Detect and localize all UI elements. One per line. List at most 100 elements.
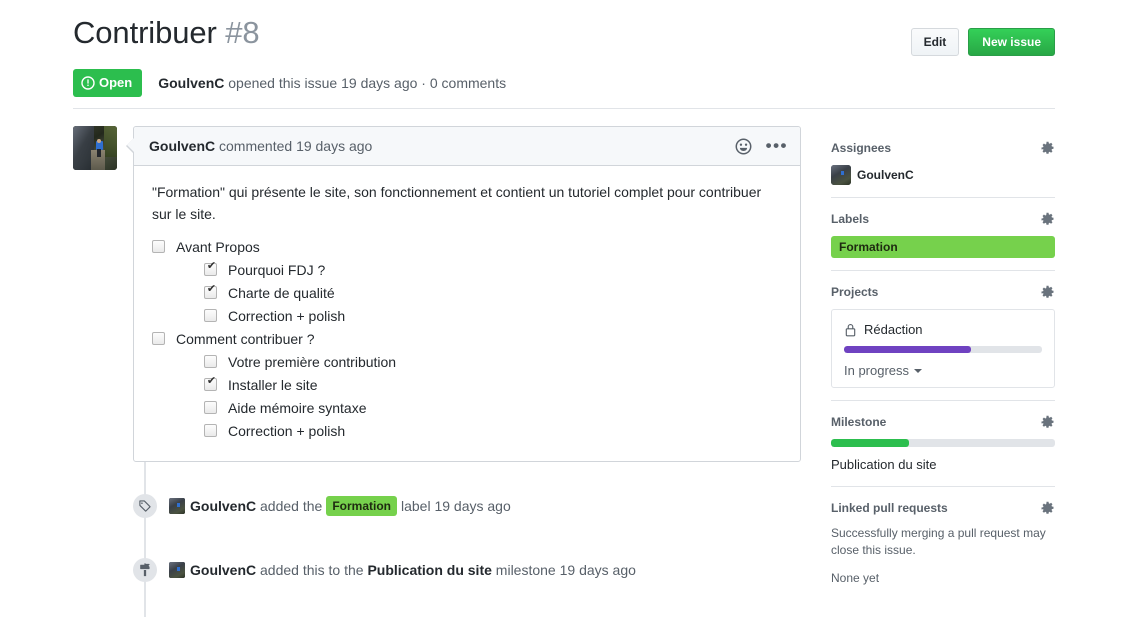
timeline-post: label — [400, 498, 431, 515]
task-label: Charte de qualité — [228, 285, 335, 302]
gear-icon[interactable] — [1040, 285, 1055, 300]
comment-menu-icon[interactable]: ••• — [766, 137, 788, 154]
issue-meta-text: GoulvenC opened this issue 19 days ago ·… — [158, 73, 506, 93]
task-label: Comment contribuer ? — [176, 331, 315, 348]
header-actions: Edit New issue — [910, 14, 1055, 56]
sidebar-section-linked-prs: Linked pull requests Successfully mergin… — [831, 500, 1055, 599]
task-item: Correction + polish — [204, 305, 784, 328]
main-column: GoulvenC commented 19 days ago ••• "Form… — [73, 126, 801, 617]
projects-title: Projects — [831, 285, 879, 299]
task-label: Correction + polish — [228, 308, 346, 325]
timeline-milestone-name[interactable]: Publication du site — [367, 560, 491, 580]
title-row: Contribuer #8 Edit New issue — [73, 14, 1055, 56]
task-item: Comment contribuer ? Votre première cont… — [152, 328, 784, 443]
avatar — [831, 165, 851, 185]
avatar[interactable] — [169, 562, 185, 579]
sidebar-section-projects: Projects Rédaction In progress — [831, 284, 1055, 401]
sidebar-section-labels: Labels Formation — [831, 211, 1055, 271]
task-checkbox[interactable] — [204, 424, 217, 438]
milestone-name[interactable]: Publication du site — [831, 456, 1055, 474]
issue-opened-time: 19 days ago — [341, 75, 418, 91]
issue-page: Contribuer #8 Edit New issue Open Goulve… — [0, 0, 1130, 617]
project-state-dropdown[interactable]: In progress — [844, 363, 1042, 378]
comment-header-text: GoulvenC commented 19 days ago — [149, 136, 372, 156]
task-checkbox[interactable] — [152, 240, 165, 254]
issue-meta-row: Open GoulvenC opened this issue 19 days … — [73, 69, 1055, 97]
milestone-progress-bar — [831, 439, 1055, 447]
timeline-line — [144, 462, 146, 617]
comment-action: commented — [219, 138, 293, 154]
task-checkbox[interactable] — [204, 283, 218, 300]
task-label: Votre première contribution — [228, 354, 397, 371]
avatar[interactable] — [73, 126, 117, 170]
timeline-author[interactable]: GoulvenC — [190, 560, 256, 580]
linked-prs-title: Linked pull requests — [831, 501, 948, 515]
timeline-pre: added this to the — [260, 562, 364, 579]
task-item: Votre première contribution — [204, 351, 784, 374]
timeline-pre: added the — [260, 498, 323, 515]
issue-opened-icon — [81, 76, 95, 90]
project-card[interactable]: Rédaction In progress — [831, 309, 1055, 388]
task-checkbox[interactable] — [204, 375, 218, 392]
assignee-item[interactable]: GoulvenC — [831, 165, 1055, 185]
task-sublist: Votre première contribution Installer le… — [176, 351, 784, 443]
lock-icon — [844, 323, 857, 337]
linked-prs-empty: None yet — [831, 571, 880, 585]
comment-box: GoulvenC commented 19 days ago ••• "Form… — [126, 126, 801, 463]
task-label: Aide mémoire syntaxe — [228, 400, 367, 417]
task-sublist: Pourquoi FDJ ? Charte de qualité Correct… — [176, 259, 784, 328]
timeline-post: milestone — [495, 562, 556, 579]
label-chip[interactable]: Formation — [831, 236, 1055, 258]
projects-header: Projects — [831, 284, 1055, 300]
assignees-header: Assignees — [831, 140, 1055, 156]
timeline-gap — [133, 462, 801, 490]
issue-title-text: Contribuer — [73, 15, 217, 50]
avatar[interactable] — [169, 498, 185, 515]
task-checkbox[interactable] — [204, 355, 217, 369]
task-label: Installer le site — [228, 377, 318, 394]
title-block: Contribuer #8 — [73, 14, 911, 52]
gear-icon[interactable] — [1040, 501, 1055, 516]
task-label: Correction + polish — [228, 423, 346, 440]
task-checkbox[interactable] — [204, 309, 217, 323]
sidebar-section-assignees: Assignees GoulvenC — [831, 140, 1055, 198]
project-progress-bar — [844, 346, 1042, 353]
status-badge: Open — [73, 69, 143, 97]
comment-paragraph: "Formation" qui présente le site, son fo… — [152, 184, 762, 222]
project-state-label: In progress — [844, 363, 910, 378]
task-label: Avant Propos — [176, 239, 260, 256]
gear-icon[interactable] — [1040, 141, 1055, 156]
linked-prs-note: Successfully merging a pull request may … — [831, 526, 1046, 557]
new-issue-button[interactable]: New issue — [968, 28, 1055, 56]
assignee-name: GoulvenC — [857, 168, 914, 182]
task-list: Avant Propos Pourquoi FDJ ? Charte de qu… — [152, 236, 784, 443]
gear-icon[interactable] — [1040, 212, 1055, 227]
task-checkbox[interactable] — [152, 332, 165, 346]
comment-body: "Formation" qui présente le site, son fo… — [134, 166, 800, 461]
timeline-author[interactable]: GoulvenC — [190, 496, 256, 516]
emoji-reaction-icon[interactable] — [735, 138, 752, 155]
page-title: Contribuer #8 — [73, 14, 911, 52]
linked-prs-header: Linked pull requests — [831, 500, 1055, 516]
comment-author[interactable]: GoulvenC — [149, 138, 215, 154]
project-name: Rédaction — [864, 322, 923, 337]
project-progress-fill — [844, 346, 971, 353]
issue-author[interactable]: GoulvenC — [158, 75, 224, 91]
milestone-header: Milestone — [831, 414, 1055, 430]
task-checkbox[interactable] — [204, 260, 218, 277]
tag-icon — [133, 494, 157, 519]
issue-comment-count: 0 comments — [429, 75, 507, 91]
edit-button[interactable]: Edit — [910, 28, 960, 56]
timeline-time: 19 days ago — [559, 562, 636, 579]
task-item: Charte de qualité — [204, 282, 784, 305]
label-chip[interactable]: Formation — [326, 496, 397, 517]
sidebar: Assignees GoulvenC Labels Formation Proj… — [831, 140, 1055, 612]
task-item: Aide mémoire syntaxe — [204, 397, 784, 420]
gear-icon[interactable] — [1040, 415, 1055, 430]
labels-header: Labels — [831, 211, 1055, 227]
task-item: Pourquoi FDJ ? — [204, 259, 784, 282]
sidebar-section-milestone: Milestone Publication du site — [831, 414, 1055, 487]
task-checkbox[interactable] — [204, 401, 217, 415]
timeline-text: GoulvenC added the Formation label 19 da… — [169, 496, 511, 517]
issue-header: Contribuer #8 Edit New issue Open Goulve… — [73, 14, 1055, 97]
